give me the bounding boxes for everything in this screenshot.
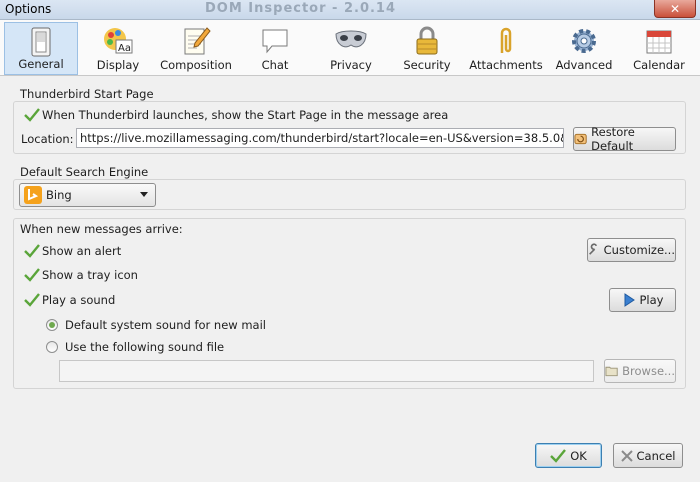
background-window-title: DOM Inspector - 2.0.14 (205, 1, 397, 16)
cancel-label: Cancel (636, 448, 676, 463)
tab-security[interactable]: Security (392, 22, 462, 75)
tab-attachments-label: Attachments (469, 58, 543, 72)
sound-file-field[interactable] (59, 360, 594, 382)
location-label: Location: (21, 132, 74, 146)
default-sound-label[interactable]: Default system sound for new mail (65, 318, 266, 332)
show-alert-check-icon[interactable] (24, 244, 40, 258)
tab-general[interactable]: General (4, 22, 78, 75)
tab-general-label: General (18, 57, 64, 71)
play-sound-check-icon[interactable] (24, 293, 40, 307)
title-bar: Options DOM Inspector - 2.0.14 ✕ (0, 0, 700, 20)
tab-advanced-label: Advanced (555, 58, 613, 72)
folder-icon (605, 366, 618, 377)
new-messages-group-title: When new messages arrive: (20, 222, 183, 236)
padlock-icon (416, 26, 438, 55)
window-title: Options (5, 2, 52, 16)
start-page-group-title: Thunderbird Start Page (20, 87, 154, 101)
play-icon (624, 293, 635, 307)
checkmark-icon (550, 448, 567, 463)
customize-label: Customize... (603, 243, 675, 257)
cancel-button[interactable]: Cancel (613, 443, 683, 468)
play-label: Play (639, 293, 664, 307)
ok-label: OK (570, 448, 587, 463)
switch-icon (31, 27, 51, 57)
tray-icon-label[interactable]: Show a tray icon (42, 268, 138, 282)
default-sound-radio[interactable] (46, 319, 58, 331)
tab-calendar-label: Calendar (633, 58, 685, 72)
mask-icon (335, 30, 367, 48)
svg-text:Aa: Aa (118, 43, 131, 54)
play-sound-label[interactable]: Play a sound (42, 293, 115, 307)
restore-default-button[interactable]: Restore Default (573, 125, 676, 153)
search-engine-value: Bing (46, 188, 72, 202)
tab-advanced[interactable]: Advanced (550, 22, 618, 75)
ok-button[interactable]: OK (535, 443, 602, 468)
show-alert-label[interactable]: Show an alert (42, 244, 121, 258)
show-start-page-check-icon[interactable] (24, 108, 40, 122)
tab-composition[interactable]: Composition (156, 22, 236, 75)
cancel-x-icon (620, 449, 633, 462)
calendar-icon (646, 30, 672, 54)
tab-chat-label: Chat (261, 58, 289, 72)
restore-default-label: Restore Default (591, 125, 635, 153)
search-engine-group-title: Default Search Engine (20, 165, 149, 179)
browse-label: Browse... (622, 364, 675, 378)
tab-display-label: Display (96, 58, 140, 72)
tab-composition-label: Composition (160, 58, 232, 72)
use-sound-file-label[interactable]: Use the following sound file (65, 340, 224, 354)
close-icon: ✕ (669, 1, 681, 16)
tab-security-label: Security (403, 58, 451, 72)
tab-privacy-label: Privacy (330, 58, 372, 72)
customize-button[interactable]: Customize... (587, 238, 676, 262)
tab-calendar[interactable]: Calendar (624, 22, 694, 75)
play-button[interactable]: Play (609, 288, 676, 312)
speech-bubble-icon (262, 29, 288, 54)
chevron-down-icon (140, 192, 148, 197)
tab-attachments[interactable]: Attachments (468, 22, 544, 75)
notepad-icon (184, 27, 211, 55)
gear-icon (572, 29, 596, 53)
wrench-icon (589, 243, 598, 255)
location-field[interactable]: https://live.mozillamessaging.com/thunde… (76, 128, 564, 148)
tray-icon-check-icon[interactable] (24, 268, 40, 282)
close-window-button[interactable]: ✕ (654, 0, 696, 18)
tab-chat[interactable]: Chat (240, 22, 310, 75)
bing-icon (24, 186, 42, 204)
search-engine-dropdown[interactable]: Bing (19, 183, 156, 207)
use-sound-file-radio[interactable] (46, 341, 58, 353)
paperclip-icon (500, 27, 512, 53)
tab-privacy[interactable]: Privacy (316, 22, 386, 75)
palette-icon: Aa (104, 28, 133, 54)
tab-display[interactable]: Aa Display (82, 22, 154, 75)
restore-icon (574, 133, 587, 145)
browse-button[interactable]: Browse... (604, 359, 676, 383)
options-toolbar: General Aa Display Composition Chat Priv… (0, 20, 700, 76)
show-start-page-label[interactable]: When Thunderbird launches, show the Star… (42, 108, 448, 122)
